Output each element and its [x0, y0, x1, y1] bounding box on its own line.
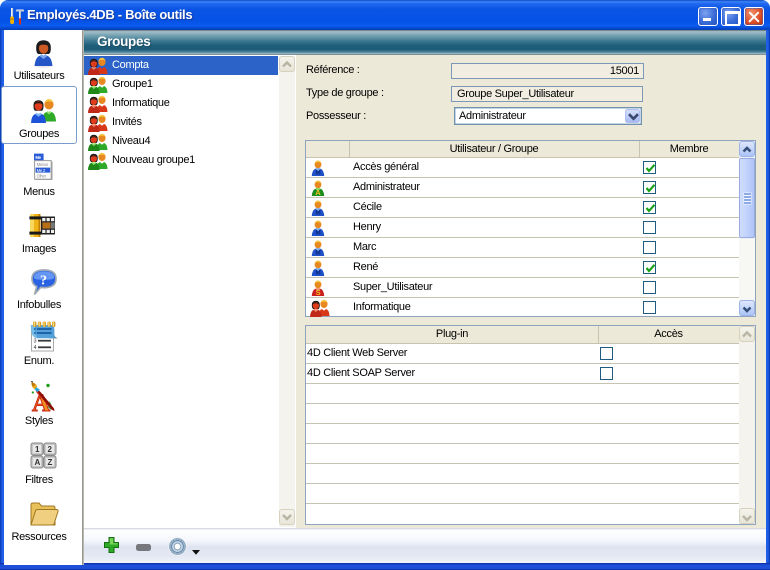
svg-text:A: A: [35, 458, 41, 467]
svg-text:4: 4: [34, 345, 37, 351]
svg-text:S: S: [316, 288, 321, 296]
svg-text:M: M: [316, 231, 321, 236]
svg-text:A: A: [315, 188, 321, 196]
svg-text:?: ?: [40, 274, 47, 289]
svg-text:Z: Z: [48, 458, 53, 467]
svg-text:M: M: [316, 211, 321, 216]
svg-text:3: 3: [34, 339, 37, 345]
svg-text:Me 2: Me 2: [37, 168, 46, 173]
svg-text:Menus: Menus: [37, 162, 49, 167]
svg-text:M: M: [316, 271, 321, 276]
svg-text:Other: Other: [37, 174, 47, 179]
svg-text:Me: Me: [35, 155, 41, 160]
svg-text:M: M: [316, 171, 321, 176]
svg-text:M: M: [316, 251, 321, 256]
